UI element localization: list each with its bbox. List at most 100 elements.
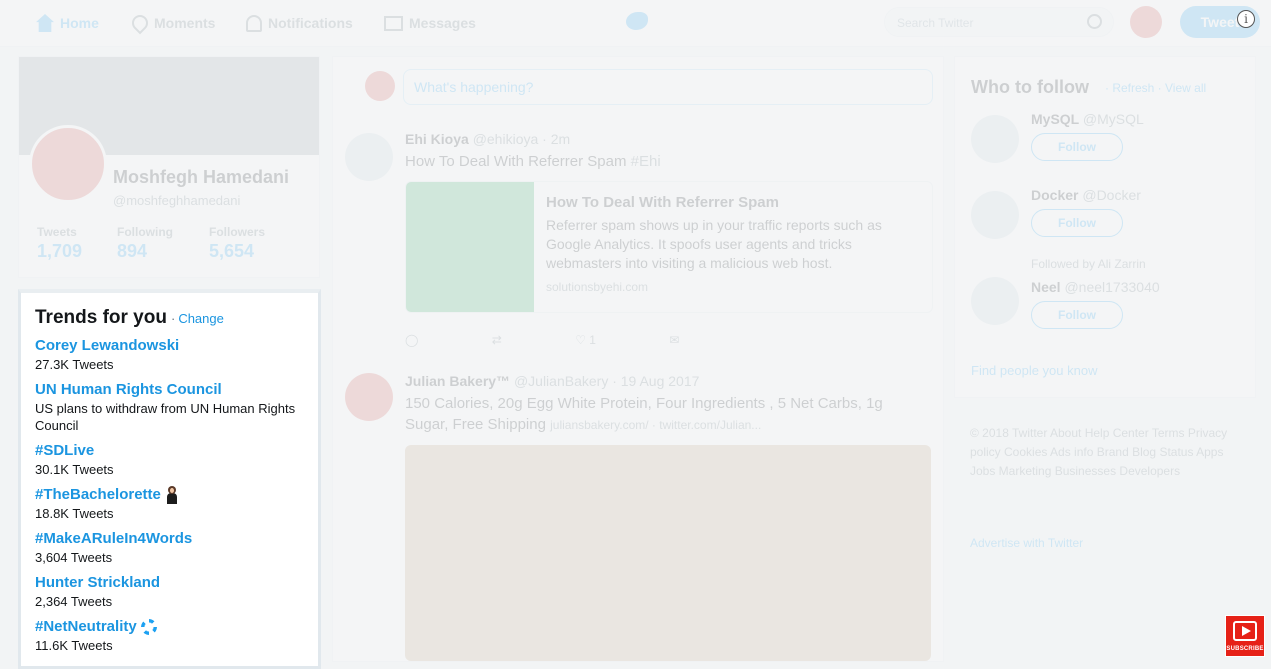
followed-by-text: Followed by Ali Zarrin bbox=[1031, 257, 1146, 271]
profile-name[interactable]: Moshfegh Hamedani bbox=[113, 167, 289, 188]
card-image bbox=[406, 182, 534, 312]
trends-card: Trends for you · Change Corey Lewandowsk… bbox=[18, 289, 321, 669]
suggestion-handle: @MySQL bbox=[1082, 111, 1144, 127]
search-icon[interactable] bbox=[1087, 14, 1102, 29]
like-count: 1 bbox=[589, 333, 596, 347]
trend-name-text: #TheBachelorette bbox=[35, 486, 161, 503]
follow-button[interactable]: Follow bbox=[1031, 301, 1123, 329]
suggestion-avatar[interactable] bbox=[971, 115, 1019, 163]
stat-label: Followers bbox=[209, 225, 266, 239]
tweet-header: Julian Bakery™ @JulianBakery · 19 Aug 20… bbox=[405, 373, 699, 389]
who-to-follow-card: Who to follow · Refresh · View all MySQL… bbox=[954, 56, 1256, 398]
follow-button[interactable]: Follow bbox=[1031, 209, 1123, 237]
tweet-header: Ehi Kioya @ehikioya · 2m bbox=[405, 131, 570, 147]
trend-name[interactable]: UN Human Rights Council bbox=[35, 381, 318, 399]
envelope-icon bbox=[384, 15, 403, 31]
suggestion-avatar[interactable] bbox=[971, 191, 1019, 239]
suggestion-name-text: MySQL bbox=[1031, 111, 1079, 127]
info-icon[interactable]: i bbox=[1237, 10, 1255, 28]
tweet-text: How To Deal With Referrer Spam #Ehi bbox=[405, 151, 925, 172]
twitter-bird-icon bbox=[626, 12, 648, 30]
stat-value: 894 bbox=[117, 241, 148, 261]
stat-followers[interactable]: Followers 5,654 bbox=[209, 225, 265, 262]
trend-item[interactable]: #MakeARuleIn4Words 3,604 Tweets bbox=[35, 530, 318, 566]
play-icon bbox=[1233, 621, 1257, 641]
suggestion-handle: @neel1733040 bbox=[1064, 279, 1160, 295]
retweet-icon[interactable]: ⇄ bbox=[492, 333, 502, 347]
moments-icon bbox=[128, 11, 152, 35]
trend-item[interactable]: UN Human Rights Council US plans to with… bbox=[35, 381, 318, 434]
card-url: solutionsbyehi.com bbox=[546, 280, 649, 294]
trend-item[interactable]: Corey Lewandowski 27.3K Tweets bbox=[35, 337, 318, 373]
trend-tweet-count: 2,364 Tweets bbox=[35, 594, 113, 609]
trend-item[interactable]: #TheBachelorette 18.8K Tweets bbox=[35, 486, 318, 522]
footer-links[interactable]: © 2018 Twitter About Help Center Terms P… bbox=[970, 424, 1240, 481]
woman-emoji-icon bbox=[165, 486, 179, 504]
tweet-avatar[interactable] bbox=[345, 373, 393, 421]
suggestion-name[interactable]: Docker @Docker bbox=[1031, 187, 1141, 203]
trend-name[interactable]: Corey Lewandowski bbox=[35, 337, 318, 355]
suggestion-name[interactable]: MySQL @MySQL bbox=[1031, 111, 1144, 127]
trend-tweet-count: 18.8K Tweets bbox=[35, 506, 114, 521]
who-to-follow-links[interactable]: · Refresh · View all bbox=[1105, 81, 1206, 95]
trend-name[interactable]: #TheBachelorette bbox=[35, 486, 318, 504]
bell-icon bbox=[246, 14, 262, 32]
subscribe-button[interactable]: SUBSCRIBE bbox=[1225, 615, 1265, 657]
trend-name[interactable]: #MakeARuleIn4Words bbox=[35, 530, 318, 548]
suggestion-name-text: Neel bbox=[1031, 279, 1061, 295]
stat-label: Following bbox=[117, 225, 173, 239]
nav-messages-label: Messages bbox=[409, 15, 476, 31]
tweet-author[interactable]: Julian Bakery™ bbox=[405, 373, 510, 389]
stat-tweets[interactable]: Tweets 1,709 bbox=[37, 225, 82, 262]
advertise-link[interactable]: Advertise with Twitter bbox=[970, 536, 1083, 550]
nav-notifications[interactable]: Notifications bbox=[246, 0, 353, 46]
trends-change-link[interactable]: Change bbox=[178, 311, 224, 326]
trend-name-text: UN Human Rights Council bbox=[35, 381, 222, 398]
compose-input[interactable]: What's happening? bbox=[403, 69, 933, 105]
tweet-handle[interactable]: @ehikioya bbox=[473, 131, 539, 147]
home-icon bbox=[36, 14, 54, 32]
tweet-actions: ◯ ⇄ ♡ 1 ✉ bbox=[405, 333, 679, 347]
stat-following[interactable]: Following 894 bbox=[117, 225, 173, 262]
trend-name-text: Hunter Strickland bbox=[35, 574, 161, 591]
nav-avatar[interactable] bbox=[1130, 6, 1162, 38]
find-people-link[interactable]: Find people you know bbox=[971, 363, 1097, 378]
trend-item[interactable]: #NetNeutrality 11.6K Tweets bbox=[35, 618, 318, 654]
tweet-author[interactable]: Ehi Kioya bbox=[405, 131, 469, 147]
profile-avatar[interactable] bbox=[29, 125, 107, 203]
tweet-time[interactable]: · 2m bbox=[542, 131, 570, 147]
tweet-avatar[interactable] bbox=[345, 133, 393, 181]
follow-button[interactable]: Follow bbox=[1031, 133, 1123, 161]
trend-name[interactable]: Hunter Strickland bbox=[35, 574, 318, 592]
tweet-media-image[interactable] bbox=[405, 445, 931, 661]
trend-name-text: #MakeARuleIn4Words bbox=[35, 530, 193, 547]
trend-item[interactable]: Hunter Strickland 2,364 Tweets bbox=[35, 574, 318, 610]
who-to-follow-title: Who to follow bbox=[971, 77, 1089, 97]
compose-avatar bbox=[365, 71, 395, 101]
tweet-hashtag[interactable]: #Ehi bbox=[631, 153, 661, 170]
nav-moments[interactable]: Moments bbox=[128, 0, 215, 46]
profile-handle[interactable]: @moshfeghhamedani bbox=[113, 193, 240, 208]
dm-icon[interactable]: ✉ bbox=[669, 333, 679, 347]
nav-home[interactable]: Home bbox=[36, 0, 99, 46]
suggestion-avatar[interactable] bbox=[971, 277, 1019, 325]
link-card[interactable]: How To Deal With Referrer Spam Referrer … bbox=[405, 181, 933, 313]
trend-name-text: #SDLive bbox=[35, 442, 95, 459]
trend-name[interactable]: #NetNeutrality bbox=[35, 618, 318, 636]
search-input[interactable]: Search Twitter bbox=[884, 7, 1114, 37]
tweet-link[interactable]: juliansbakery.com/ · twitter.com/Julian.… bbox=[550, 418, 761, 432]
tweet-time[interactable]: · 19 Aug 2017 bbox=[612, 373, 699, 389]
like-icon[interactable]: ♡ bbox=[575, 333, 586, 347]
stat-value: 5,654 bbox=[209, 241, 255, 261]
trends-separator: · bbox=[170, 311, 176, 326]
trends-title: Trends for you bbox=[35, 307, 167, 328]
trend-item[interactable]: #SDLive 30.1K Tweets bbox=[35, 442, 318, 478]
nav-messages[interactable]: Messages bbox=[384, 0, 476, 46]
trend-tweet-count: 30.1K Tweets bbox=[35, 462, 114, 477]
trend-name[interactable]: #SDLive bbox=[35, 442, 318, 460]
reply-icon[interactable]: ◯ bbox=[405, 333, 418, 347]
stat-label: Tweets bbox=[37, 225, 77, 239]
tweet-handle[interactable]: @JulianBakery bbox=[514, 373, 608, 389]
suggestion-name[interactable]: Neel @neel1733040 bbox=[1031, 279, 1160, 295]
suggestion-handle: @Docker bbox=[1082, 187, 1141, 203]
